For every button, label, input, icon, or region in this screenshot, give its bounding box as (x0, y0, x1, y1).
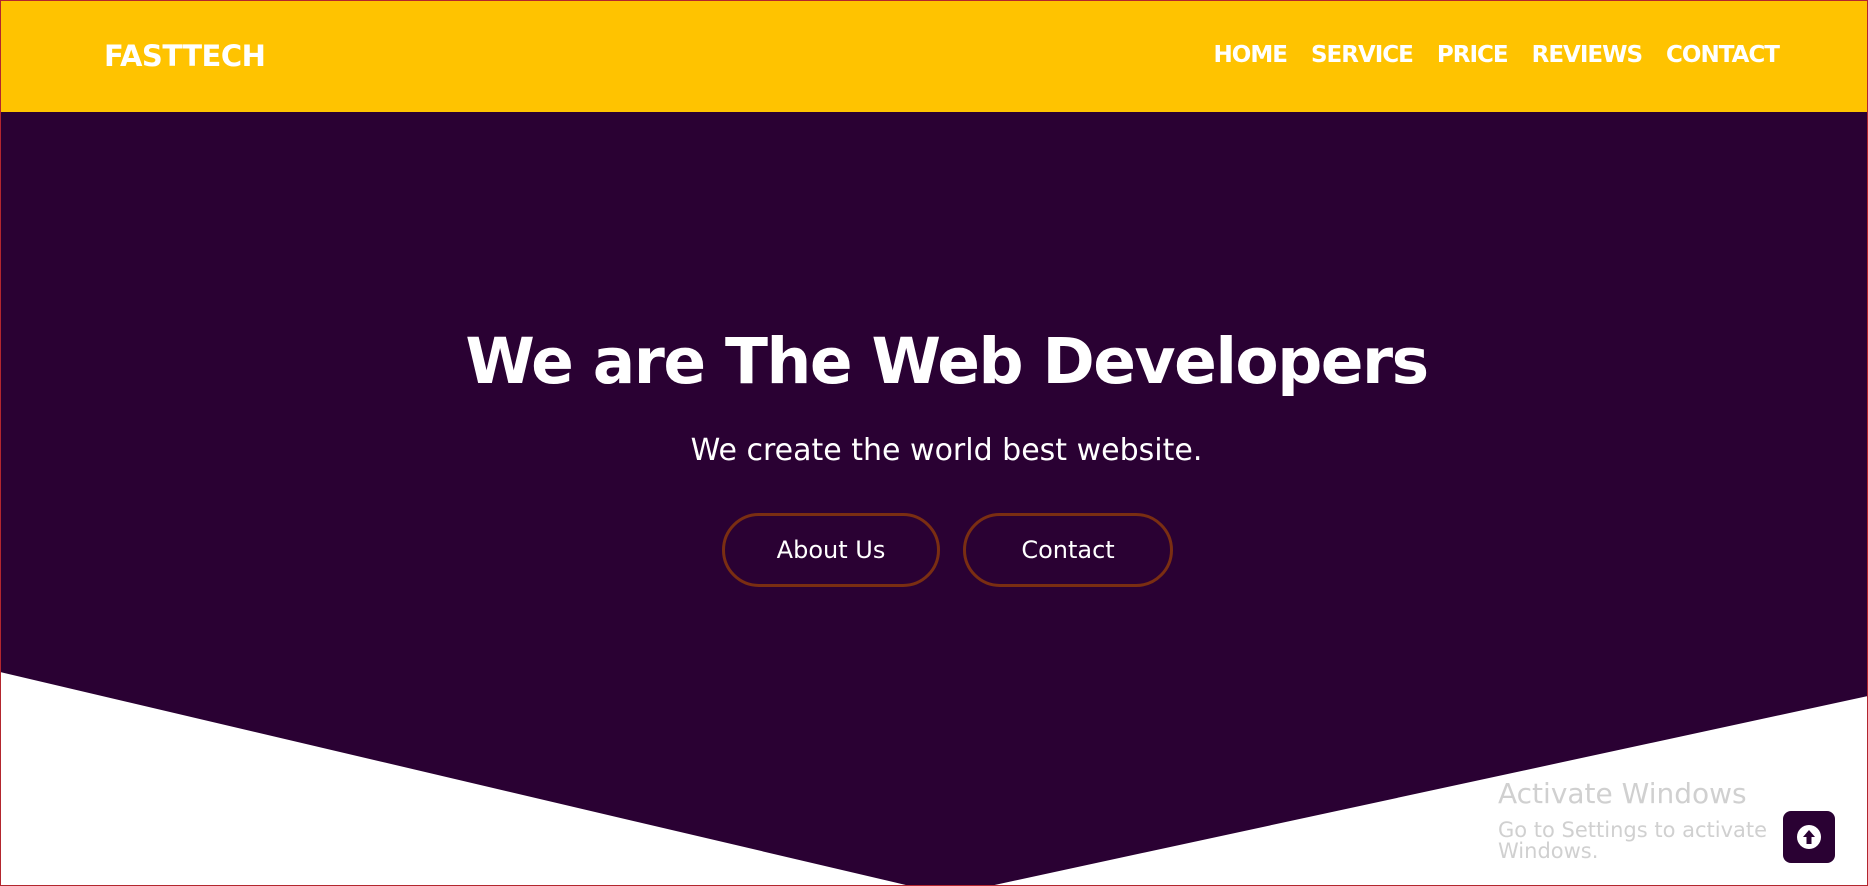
hero-section: We are The Web Developers We create the … (0, 0, 1868, 886)
hero-title: We are The Web Developers (465, 325, 1429, 398)
nav-home[interactable]: HOME (1214, 44, 1288, 67)
contact-button[interactable]: Contact (963, 513, 1173, 587)
nav-price[interactable]: PRICE (1437, 44, 1509, 67)
arrow-up-icon (1797, 825, 1821, 849)
navbar: FASTTECH HOME SERVICE PRICE REVIEWS CONT… (0, 0, 1868, 112)
nav-reviews[interactable]: REVIEWS (1532, 44, 1643, 67)
watermark-title: Activate Windows (1498, 777, 1747, 810)
hero-subtitle: We create the world best website. (690, 433, 1203, 468)
brand-logo[interactable]: FASTTECH (104, 42, 266, 71)
nav-service[interactable]: SERVICE (1311, 44, 1414, 67)
scroll-to-top-button[interactable] (1783, 811, 1835, 863)
main-nav: HOME SERVICE PRICE REVIEWS CONTACT (1214, 44, 1780, 67)
nav-contact[interactable]: CONTACT (1666, 44, 1780, 67)
about-us-button[interactable]: About Us (722, 513, 940, 587)
